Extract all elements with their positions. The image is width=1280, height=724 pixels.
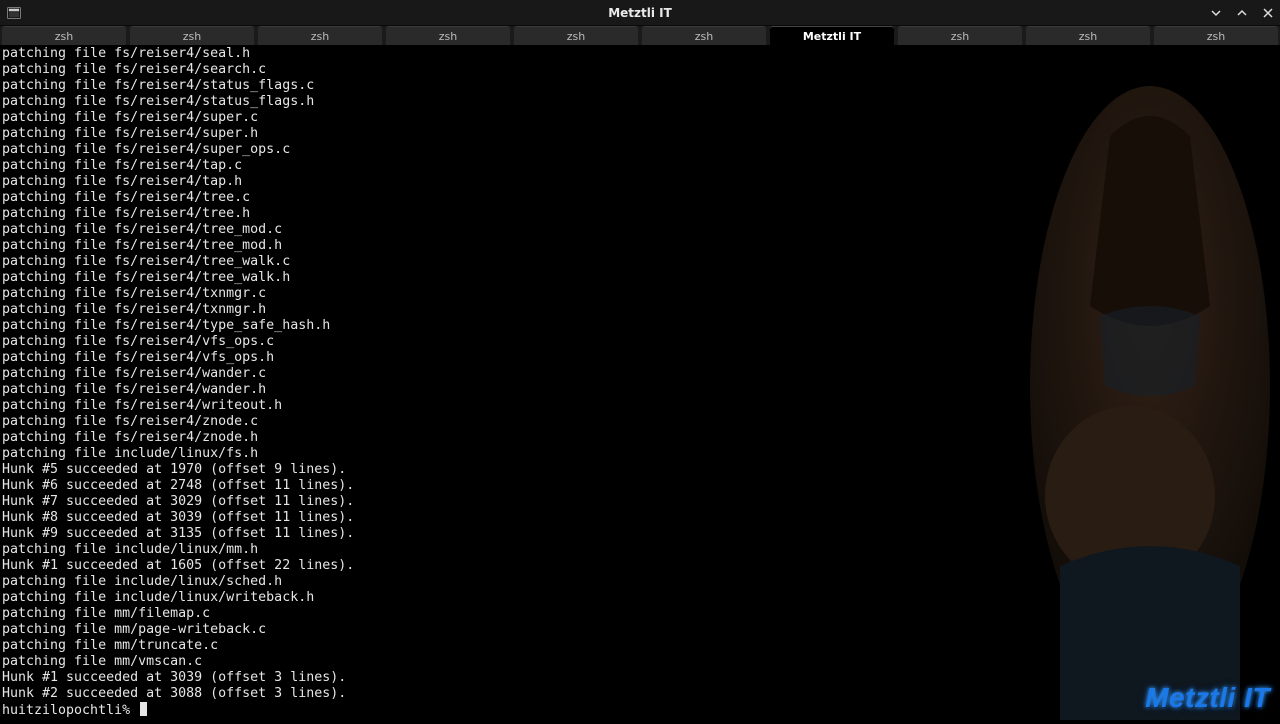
terminal-line: Hunk #7 succeeded at 3029 (offset 11 lin… — [2, 494, 1278, 510]
terminal-prompt-line[interactable]: huitzilopochtli% — [2, 702, 1278, 719]
terminal-line: patching file fs/reiser4/txnmgr.h — [2, 302, 1278, 318]
close-button[interactable] — [1260, 5, 1276, 21]
terminal-line: Hunk #5 succeeded at 1970 (offset 9 line… — [2, 462, 1278, 478]
terminal-line: patching file mm/page-writeback.c — [2, 622, 1278, 638]
terminal-line: patching file fs/reiser4/tree.h — [2, 206, 1278, 222]
terminal-line: patching file fs/reiser4/status_flags.h — [2, 94, 1278, 110]
tab-active[interactable]: Metztli IT — [770, 26, 894, 45]
terminal-line: patching file fs/reiser4/vfs_ops.c — [2, 334, 1278, 350]
terminal-cursor — [140, 702, 147, 716]
terminal-line: patching file fs/reiser4/tree_walk.h — [2, 270, 1278, 286]
terminal-line: Hunk #2 succeeded at 3088 (offset 3 line… — [2, 686, 1278, 702]
terminal-line: patching file fs/reiser4/super.h — [2, 126, 1278, 142]
tab-zsh[interactable]: zsh — [642, 26, 766, 45]
tab-label: Metztli IT — [803, 30, 861, 43]
terminal-app-icon — [6, 6, 22, 20]
tab-label: zsh — [695, 30, 713, 43]
terminal-line: patching file mm/filemap.c — [2, 606, 1278, 622]
terminal-line: patching file fs/reiser4/wander.c — [2, 366, 1278, 382]
terminal-line: patching file fs/reiser4/tree_mod.c — [2, 222, 1278, 238]
terminal-line: patching file fs/reiser4/tap.h — [2, 174, 1278, 190]
tab-label: zsh — [1079, 30, 1097, 43]
terminal-line: patching file include/linux/fs.h — [2, 446, 1278, 462]
terminal-line: patching file fs/reiser4/super_ops.c — [2, 142, 1278, 158]
terminal-prompt: huitzilopochtli% — [2, 703, 138, 718]
tab-label: zsh — [567, 30, 585, 43]
tab-zsh[interactable]: zsh — [898, 26, 1022, 45]
tab-zsh[interactable]: zsh — [1026, 26, 1150, 45]
terminal-line: Hunk #6 succeeded at 2748 (offset 11 lin… — [2, 478, 1278, 494]
tab-zsh[interactable]: zsh — [258, 26, 382, 45]
terminal-line: patching file mm/truncate.c — [2, 638, 1278, 654]
terminal-line: patching file fs/reiser4/znode.h — [2, 430, 1278, 446]
tab-zsh[interactable]: zsh — [514, 26, 638, 45]
terminal-line: patching file fs/reiser4/tree_walk.c — [2, 254, 1278, 270]
tab-zsh[interactable]: zsh — [130, 26, 254, 45]
terminal-line: patching file fs/reiser4/status_flags.c — [2, 78, 1278, 94]
tab-label: zsh — [951, 30, 969, 43]
terminal-line: patching file fs/reiser4/tree_mod.h — [2, 238, 1278, 254]
terminal-line: patching file fs/reiser4/type_safe_hash.… — [2, 318, 1278, 334]
terminal-line: Hunk #8 succeeded at 3039 (offset 11 lin… — [2, 510, 1278, 526]
terminal-line: patching file fs/reiser4/search.c — [2, 62, 1278, 78]
maximize-button[interactable] — [1234, 5, 1250, 21]
terminal-line: Hunk #1 succeeded at 3039 (offset 3 line… — [2, 670, 1278, 686]
tab-zsh[interactable]: zsh — [2, 26, 126, 45]
terminal-line: patching file include/linux/mm.h — [2, 542, 1278, 558]
minimize-button[interactable] — [1208, 5, 1224, 21]
terminal-output[interactable]: patching file fs/reiser4/seal.hpatching … — [0, 46, 1280, 720]
terminal-line: patching file mm/vmscan.c — [2, 654, 1278, 670]
terminal-line: patching file fs/reiser4/writeout.h — [2, 398, 1278, 414]
terminal-line: Hunk #9 succeeded at 3135 (offset 11 lin… — [2, 526, 1278, 542]
terminal-line: patching file fs/reiser4/super.c — [2, 110, 1278, 126]
terminal-line: patching file include/linux/sched.h — [2, 574, 1278, 590]
tabstrip: zsh zsh zsh zsh zsh zsh Metztli IT zsh zsh zsh — [0, 26, 1280, 46]
terminal-line: patching file fs/reiser4/vfs_ops.h — [2, 350, 1278, 366]
terminal-line: patching file fs/reiser4/znode.c — [2, 414, 1278, 430]
window-title: Metztli IT — [608, 6, 672, 20]
terminal-line: patching file fs/reiser4/seal.h — [2, 46, 1278, 62]
terminal-line: patching file fs/reiser4/tree.c — [2, 190, 1278, 206]
tab-label: zsh — [439, 30, 457, 43]
window-controls — [1208, 0, 1276, 26]
tab-label: zsh — [183, 30, 201, 43]
tab-zsh[interactable]: zsh — [1154, 26, 1278, 45]
terminal-line: Hunk #1 succeeded at 1605 (offset 22 lin… — [2, 558, 1278, 574]
tab-label: zsh — [1207, 30, 1225, 43]
terminal-line: patching file include/linux/writeback.h — [2, 590, 1278, 606]
tab-label: zsh — [311, 30, 329, 43]
tab-label: zsh — [55, 30, 73, 43]
titlebar: Metztli IT — [0, 0, 1280, 26]
tab-zsh[interactable]: zsh — [386, 26, 510, 45]
terminal-line: patching file fs/reiser4/txnmgr.c — [2, 286, 1278, 302]
terminal-line: patching file fs/reiser4/wander.h — [2, 382, 1278, 398]
terminal-line: patching file fs/reiser4/tap.c — [2, 158, 1278, 174]
